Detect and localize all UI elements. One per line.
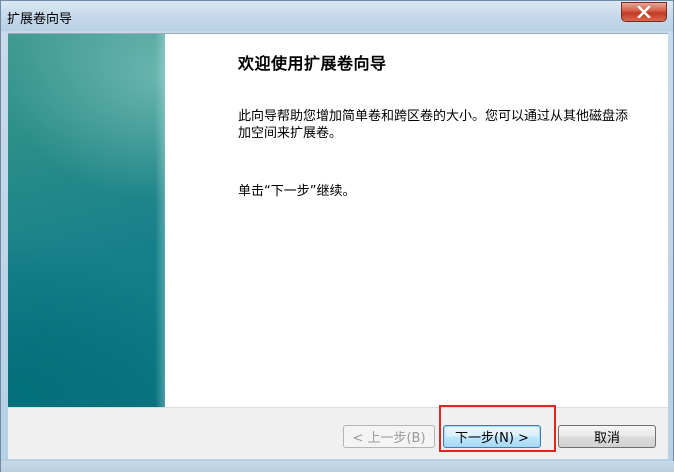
wizard-side-banner: [8, 34, 165, 407]
wizard-heading: 欢迎使用扩展卷向导: [238, 54, 387, 73]
close-icon: [637, 6, 651, 18]
window-title: 扩展卷向导: [7, 12, 73, 27]
wizard-window: 扩展卷向导 欢迎使用扩展卷向导 此向导帮助您增加简单卷和跨区卷的大小。您可以通过…: [0, 0, 674, 472]
title-bar[interactable]: 扩展卷向导: [1, 1, 673, 31]
wizard-description: 此向导帮助您增加简单卷和跨区卷的大小。您可以通过从其他磁盘添加空间来扩展卷。: [238, 109, 629, 141]
window-bottom-edge: [1, 461, 674, 472]
next-button[interactable]: 下一步(N) >: [443, 425, 541, 448]
back-button[interactable]: < 上一步(B): [343, 425, 435, 448]
wizard-instruction: 单击“下一步”继续。: [238, 184, 356, 199]
cancel-button[interactable]: 取消: [558, 425, 656, 448]
wizard-content: 欢迎使用扩展卷向导 此向导帮助您增加简单卷和跨区卷的大小。您可以通过从其他磁盘添…: [8, 33, 668, 407]
button-bar: < 上一步(B) 下一步(N) > 取消: [8, 407, 668, 459]
close-button[interactable]: [621, 2, 667, 22]
